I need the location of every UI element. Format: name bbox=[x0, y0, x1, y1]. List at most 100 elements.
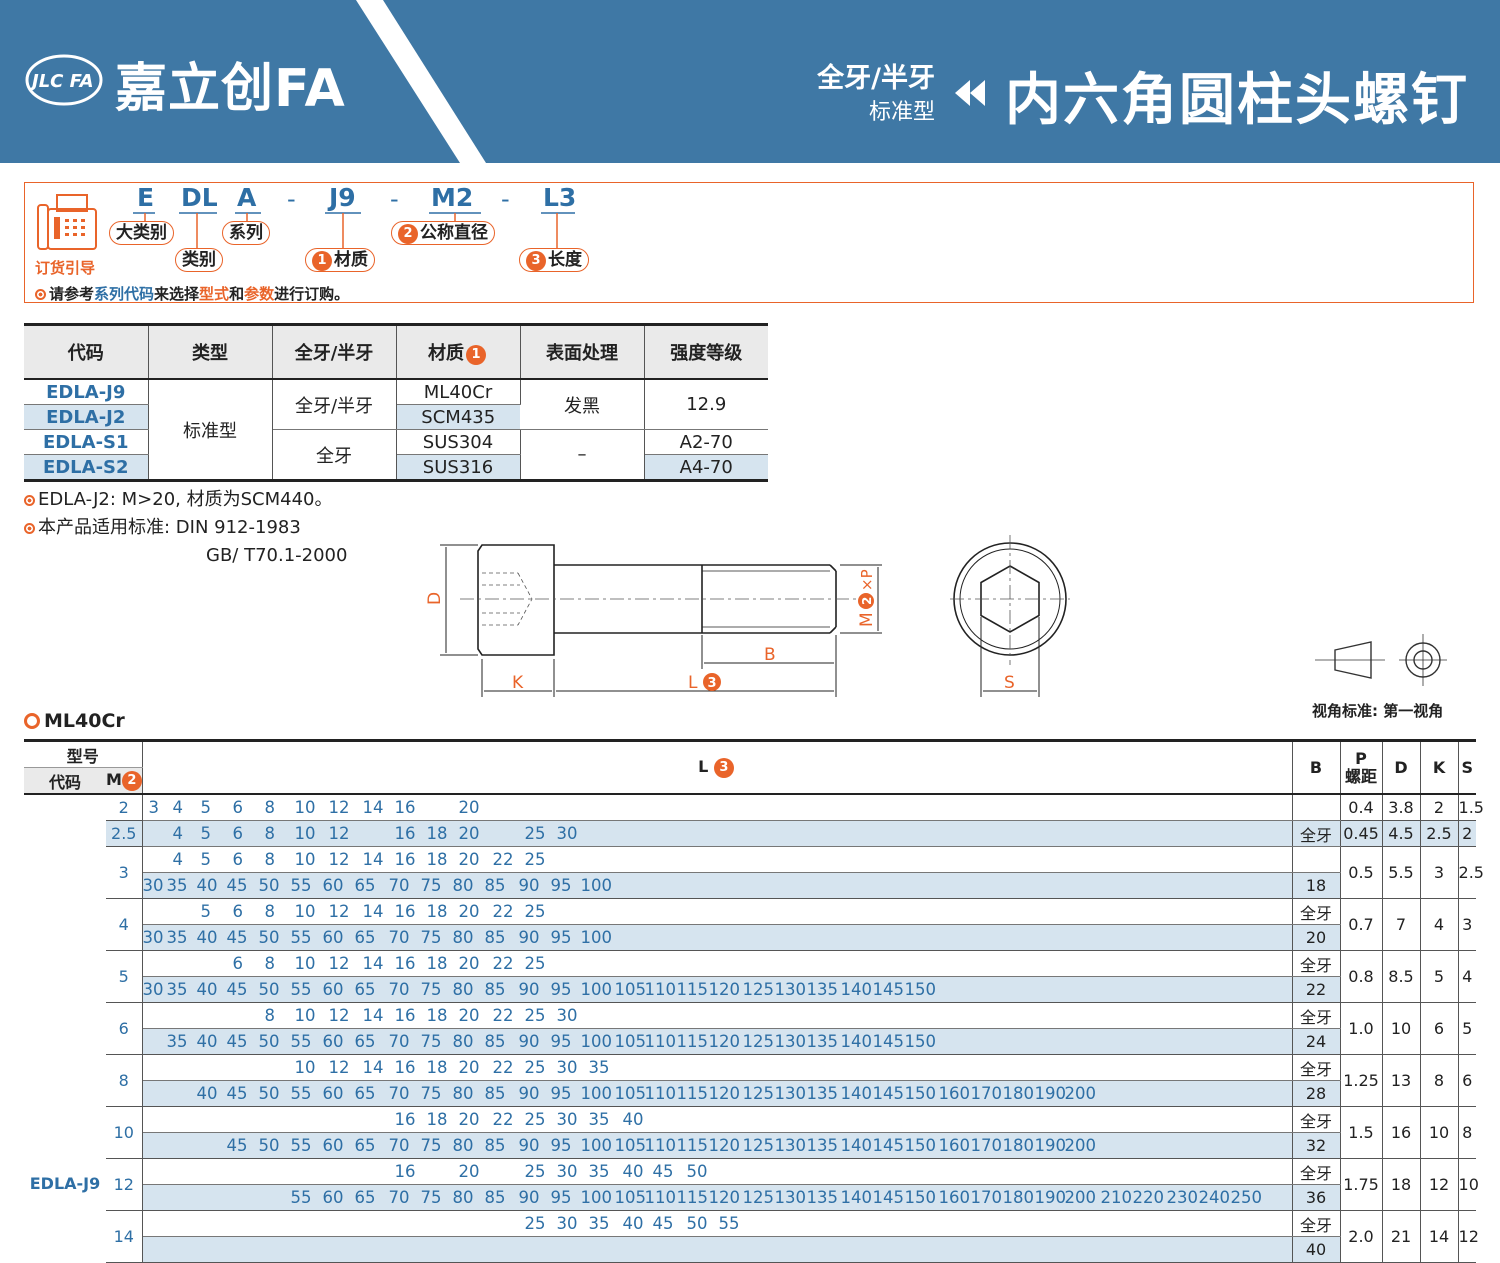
length-value[interactable]: 40 bbox=[197, 1032, 218, 1051]
length-value[interactable]: 125 bbox=[743, 1136, 775, 1155]
length-value[interactable]: 100 bbox=[581, 876, 613, 895]
length-value[interactable]: 100 bbox=[581, 1136, 613, 1155]
length-value[interactable]: 180 bbox=[1003, 1188, 1035, 1207]
length-value[interactable]: 80 bbox=[453, 1136, 474, 1155]
length-value[interactable]: 12 bbox=[329, 824, 350, 843]
length-value[interactable]: 25 bbox=[525, 1162, 546, 1181]
length-value[interactable]: 115 bbox=[677, 1084, 709, 1103]
length-value[interactable]: 140 bbox=[841, 1084, 873, 1103]
length-value[interactable]: 80 bbox=[453, 1188, 474, 1207]
length-value[interactable]: 65 bbox=[355, 1188, 376, 1207]
length-value[interactable]: 20 bbox=[459, 824, 480, 843]
length-value[interactable]: 10 bbox=[295, 798, 316, 817]
length-value[interactable]: 170 bbox=[971, 1188, 1003, 1207]
length-value[interactable]: 35 bbox=[167, 876, 188, 895]
length-value[interactable]: 115 bbox=[677, 1136, 709, 1155]
length-value[interactable]: 90 bbox=[519, 1032, 540, 1051]
length-value[interactable]: 75 bbox=[421, 1084, 442, 1103]
length-value[interactable]: 130 bbox=[775, 1032, 807, 1051]
length-value[interactable]: 55 bbox=[291, 1032, 312, 1051]
length-value[interactable]: 12 bbox=[329, 902, 350, 921]
length-value[interactable]: 50 bbox=[259, 1084, 280, 1103]
length-value[interactable]: 5 bbox=[201, 902, 212, 921]
length-value[interactable]: 35 bbox=[589, 1162, 610, 1181]
length-value[interactable]: 65 bbox=[355, 1136, 376, 1155]
length-value[interactable]: 20 bbox=[459, 850, 480, 869]
length-value[interactable]: 115 bbox=[677, 1188, 709, 1207]
length-value[interactable]: 12 bbox=[329, 1006, 350, 1025]
length-value[interactable]: 65 bbox=[355, 1084, 376, 1103]
length-value[interactable]: 160 bbox=[939, 1188, 971, 1207]
length-value[interactable]: 20 bbox=[459, 798, 480, 817]
length-value[interactable]: 25 bbox=[525, 954, 546, 973]
length-value[interactable]: 35 bbox=[167, 928, 188, 947]
length-value[interactable]: 135 bbox=[807, 1188, 839, 1207]
length-value[interactable]: 45 bbox=[227, 1084, 248, 1103]
length-value[interactable]: 70 bbox=[389, 876, 410, 895]
length-value[interactable]: 110 bbox=[645, 1136, 677, 1155]
length-value[interactable]: 20 bbox=[459, 1006, 480, 1025]
length-value[interactable]: 50 bbox=[259, 876, 280, 895]
length-value[interactable]: 85 bbox=[485, 1136, 506, 1155]
length-value[interactable]: 8 bbox=[265, 1006, 276, 1025]
length-value[interactable]: 30 bbox=[557, 1162, 578, 1181]
length-value[interactable]: 100 bbox=[581, 980, 613, 999]
m-size[interactable]: 12 bbox=[106, 1158, 143, 1211]
length-value[interactable]: 145 bbox=[873, 980, 905, 999]
length-value[interactable]: 125 bbox=[743, 980, 775, 999]
length-value[interactable]: 70 bbox=[389, 1084, 410, 1103]
length-value[interactable]: 30 bbox=[557, 1058, 578, 1077]
length-value[interactable]: 12 bbox=[329, 798, 350, 817]
length-value[interactable]: 22 bbox=[493, 1110, 514, 1129]
length-value[interactable]: 105 bbox=[615, 1032, 647, 1051]
length-value[interactable]: 250 bbox=[1231, 1188, 1263, 1207]
length-value[interactable]: 55 bbox=[291, 980, 312, 999]
length-value[interactable]: 60 bbox=[323, 980, 344, 999]
length-value[interactable]: 30 bbox=[557, 824, 578, 843]
length-value[interactable]: 8 bbox=[265, 798, 276, 817]
length-value[interactable]: 125 bbox=[743, 1084, 775, 1103]
spec-code[interactable]: EDLA-S1 bbox=[24, 429, 149, 455]
length-value[interactable]: 50 bbox=[687, 1214, 708, 1233]
note-link-type[interactable]: 型式 bbox=[199, 285, 229, 303]
length-value[interactable]: 14 bbox=[363, 1058, 384, 1077]
length-value[interactable]: 135 bbox=[807, 980, 839, 999]
length-value[interactable]: 120 bbox=[709, 980, 741, 999]
m-size[interactable]: 6 bbox=[106, 1002, 143, 1055]
length-value[interactable]: 90 bbox=[519, 876, 540, 895]
length-value[interactable]: 75 bbox=[421, 876, 442, 895]
length-value[interactable]: 160 bbox=[939, 1136, 971, 1155]
length-value[interactable]: 8 bbox=[265, 902, 276, 921]
length-value[interactable]: 16 bbox=[395, 1162, 416, 1181]
length-value[interactable]: 10 bbox=[295, 850, 316, 869]
length-value[interactable]: 4 bbox=[173, 824, 184, 843]
length-value[interactable]: 45 bbox=[653, 1214, 674, 1233]
length-value[interactable]: 180 bbox=[1003, 1136, 1035, 1155]
length-value[interactable]: 95 bbox=[551, 1032, 572, 1051]
length-value[interactable]: 105 bbox=[615, 980, 647, 999]
length-value[interactable]: 30 bbox=[143, 980, 164, 999]
length-value[interactable]: 50 bbox=[259, 1032, 280, 1051]
length-value[interactable]: 85 bbox=[485, 980, 506, 999]
length-value[interactable]: 6 bbox=[233, 954, 244, 973]
length-value[interactable]: 70 bbox=[389, 1032, 410, 1051]
m-size[interactable]: 5 bbox=[106, 950, 143, 1003]
length-value[interactable]: 210 bbox=[1101, 1188, 1133, 1207]
length-value[interactable]: 70 bbox=[389, 980, 410, 999]
length-value[interactable]: 22 bbox=[493, 902, 514, 921]
length-value[interactable]: 90 bbox=[519, 980, 540, 999]
length-value[interactable]: 145 bbox=[873, 1032, 905, 1051]
length-value[interactable]: 25 bbox=[525, 1110, 546, 1129]
length-value[interactable]: 55 bbox=[291, 1136, 312, 1155]
length-value[interactable]: 60 bbox=[323, 1084, 344, 1103]
length-value[interactable]: 35 bbox=[589, 1110, 610, 1129]
length-value[interactable]: 75 bbox=[421, 1188, 442, 1207]
length-value[interactable]: 8 bbox=[265, 850, 276, 869]
length-value[interactable]: 105 bbox=[615, 1136, 647, 1155]
length-value[interactable]: 6 bbox=[233, 824, 244, 843]
length-value[interactable]: 25 bbox=[525, 850, 546, 869]
length-value[interactable]: 80 bbox=[453, 876, 474, 895]
length-value[interactable]: 35 bbox=[589, 1214, 610, 1233]
length-value[interactable]: 90 bbox=[519, 1136, 540, 1155]
length-value[interactable]: 85 bbox=[485, 1188, 506, 1207]
